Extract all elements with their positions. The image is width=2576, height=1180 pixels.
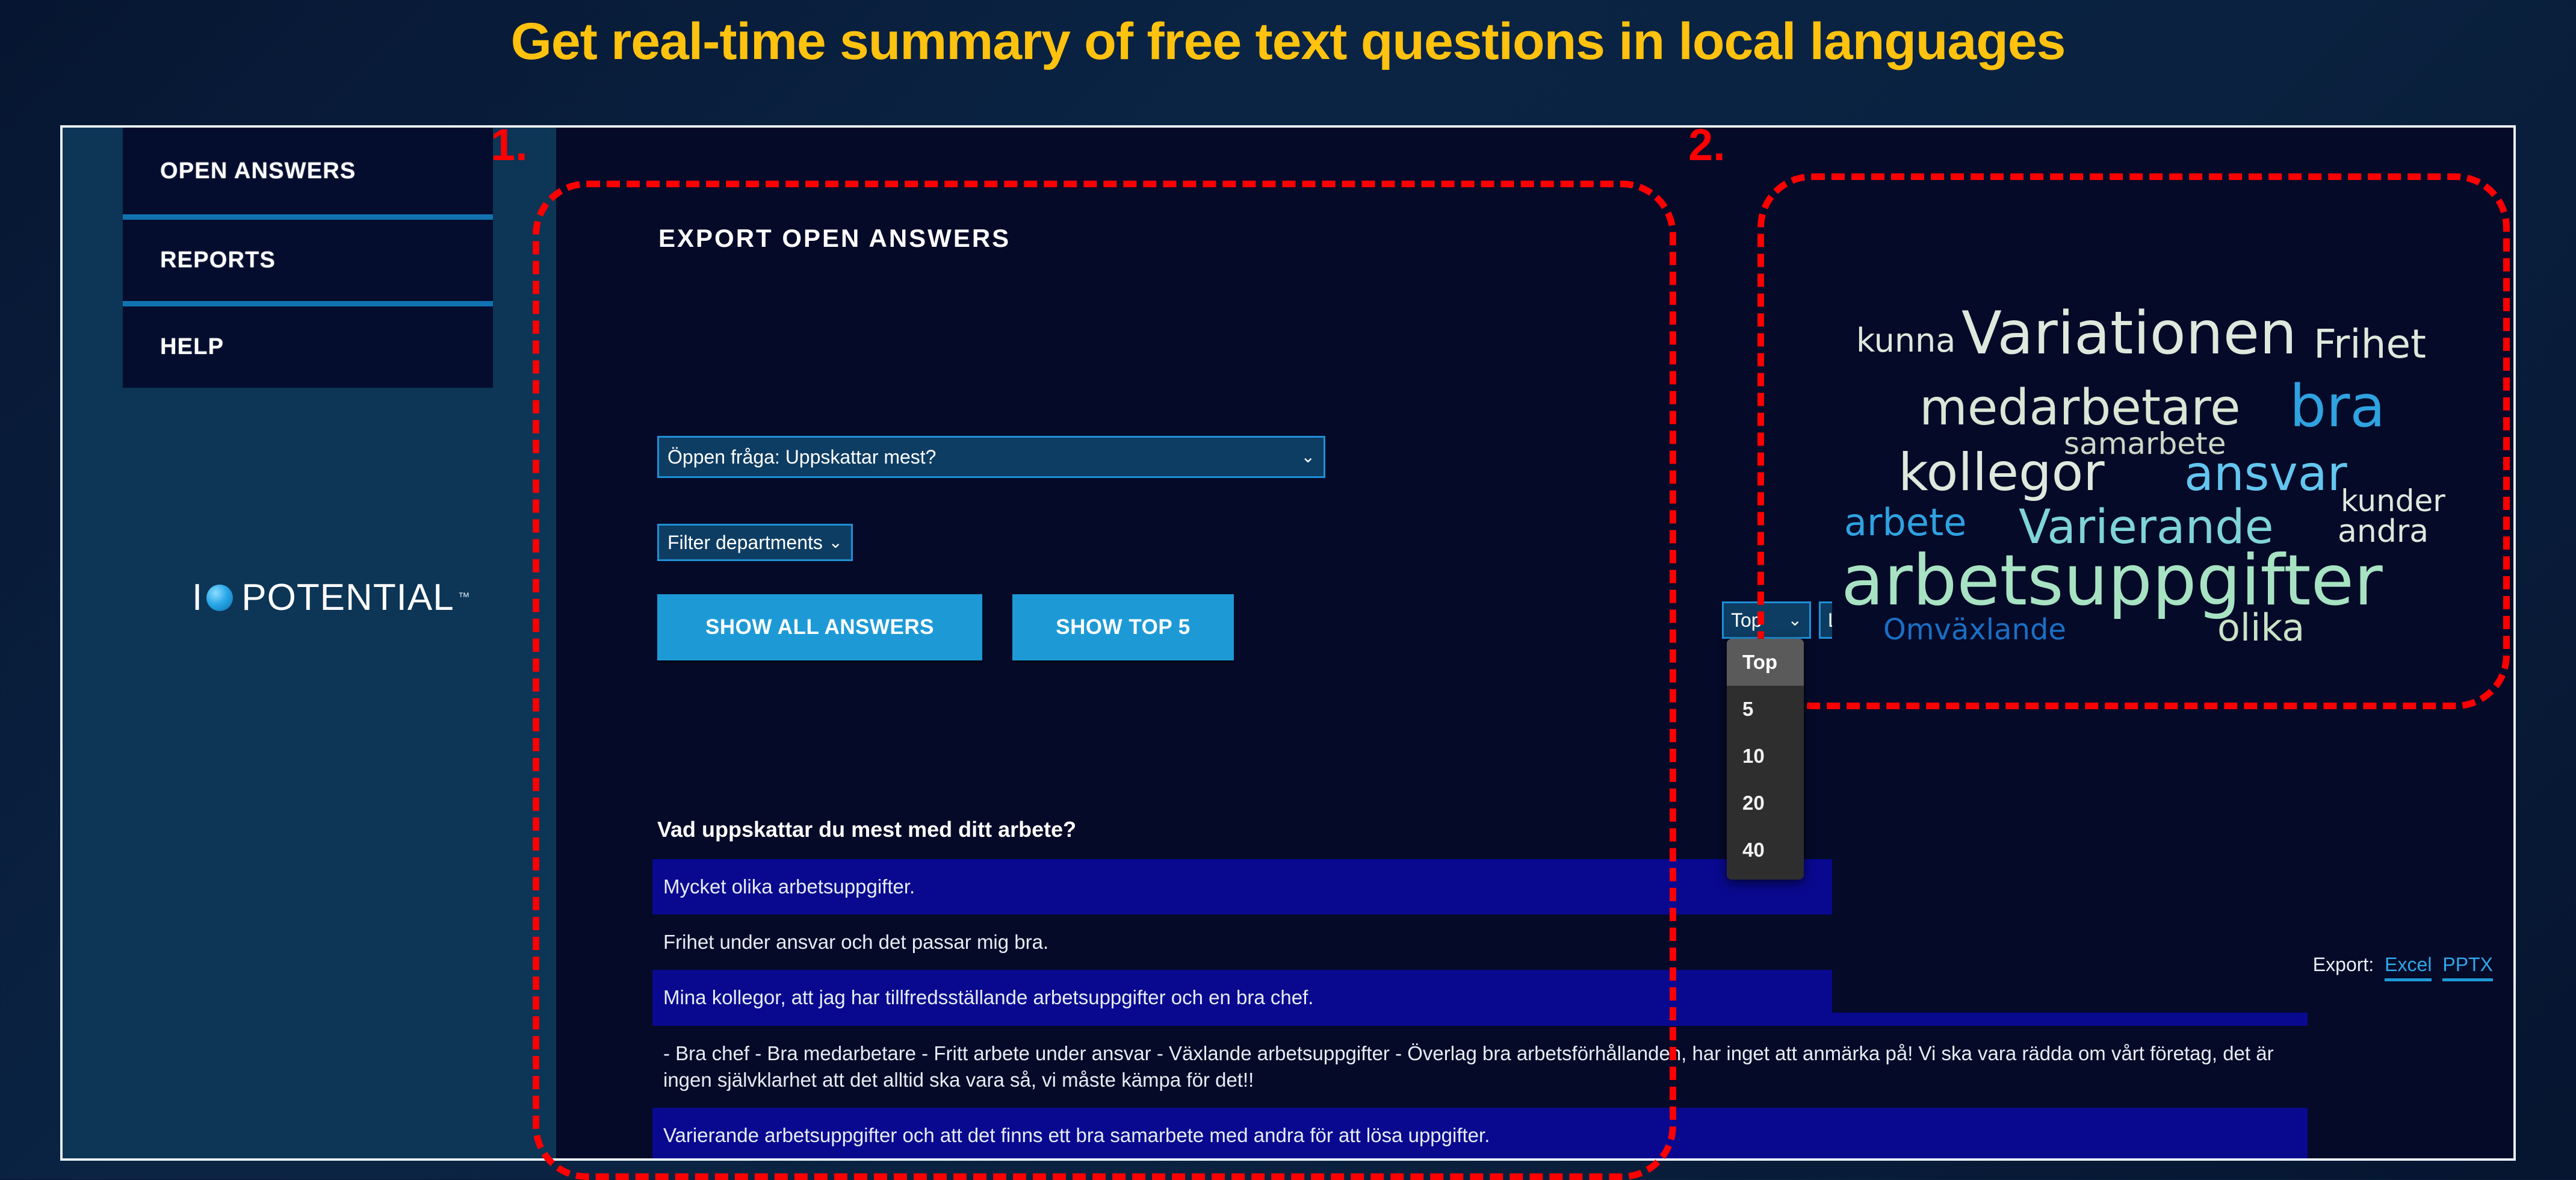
brand-logo: I POTENTIAL ™	[192, 576, 470, 619]
sidebar-nav: OPEN ANSWERS REPORTS HELP	[123, 128, 493, 388]
wordcloud-word: kunder	[2341, 483, 2445, 518]
menu-item-40[interactable]: 40	[1727, 827, 1804, 874]
wordcloud-word: arbete	[1844, 500, 1967, 544]
wordcloud-word: kollegor	[1898, 442, 2105, 503]
chevron-down-icon: ⌄	[1301, 447, 1315, 466]
brand-name: POTENTIAL	[241, 577, 454, 618]
question-select-value: Öppen fråga: Uppskattar mest?	[667, 446, 937, 468]
wordcloud-word: Frihet	[2314, 321, 2426, 367]
question-select[interactable]: Öppen fråga: Uppskattar mest? ⌄	[657, 436, 1325, 478]
list-item[interactable]: Varierande arbetsuppgifter och att det f…	[652, 1108, 2308, 1158]
sidebar-item-label: OPEN ANSWERS	[160, 158, 356, 184]
wordcloud-word: medarbetare	[1919, 379, 2241, 436]
filter-departments-value: Filter departments	[667, 531, 823, 553]
top-select-value: Top	[1731, 609, 1762, 631]
trademark-symbol: ™	[457, 591, 470, 604]
export-excel-link[interactable]: Excel	[2385, 954, 2432, 981]
chevron-down-icon: ⌄	[1788, 610, 1802, 629]
sidebar-item-label: HELP	[160, 334, 224, 359]
wordcloud-word: ansvar	[2184, 446, 2347, 502]
list-item[interactable]: - Bra chef - Bra medarbetare - Fritt arb…	[652, 1026, 2308, 1108]
sidebar-item-label: REPORTS	[160, 247, 276, 273]
show-all-answers-button[interactable]: SHOW ALL ANSWERS	[657, 594, 982, 660]
menu-item-10[interactable]: 10	[1727, 733, 1804, 780]
app-window: OPEN ANSWERS REPORTS HELP I POTENTIAL ™ …	[60, 125, 2516, 1161]
page-title: Get real-time summary of free text quest…	[510, 13, 2066, 70]
wordcloud-word: bra	[2290, 373, 2386, 440]
brand-prefix: I	[192, 577, 202, 618]
wordcloud-word: kunna	[1856, 321, 1956, 359]
wordcloud-word: Omväxlande	[1883, 613, 2066, 647]
chevron-down-icon: ⌄	[828, 533, 843, 551]
filter-departments-select[interactable]: Filter departments ⌄	[657, 524, 853, 561]
sidebar: OPEN ANSWERS REPORTS HELP I POTENTIAL ™	[63, 128, 556, 1158]
top-dropdown-menu[interactable]: Top 5 10 20 40	[1727, 639, 1804, 880]
menu-item-20[interactable]: 20	[1727, 780, 1804, 827]
wordcloud-export-bar: Export: Excel PPTX	[2313, 954, 2493, 981]
answers-question-label: Vad uppskattar du mest med ditt arbete?	[657, 817, 1077, 842]
menu-item-top[interactable]: Top	[1727, 639, 1804, 686]
wordcloud-word: Variationen	[1961, 299, 2297, 368]
export-pptx-link[interactable]: PPTX	[2442, 954, 2493, 981]
menu-item-5[interactable]: 5	[1727, 686, 1804, 733]
sidebar-item-help[interactable]: HELP	[123, 301, 493, 388]
sidebar-item-open-answers[interactable]: OPEN ANSWERS	[123, 128, 493, 214]
wordcloud-word: olika	[2217, 606, 2305, 650]
export-label: Export:	[2312, 954, 2374, 975]
wordcloud-panel: kunna Variationen Frihet medarbetare bra sama…	[1832, 281, 2513, 1013]
show-top-5-button[interactable]: SHOW TOP 5	[1012, 594, 1234, 660]
panel-title: EXPORT OPEN ANSWERS	[658, 224, 1011, 252]
sidebar-item-reports[interactable]: REPORTS	[123, 214, 493, 301]
brand-dot-icon	[206, 584, 234, 611]
top-select[interactable]: Top ⌄	[1722, 601, 1811, 639]
wordcloud: kunna Variationen Frihet medarbetare bra sama…	[1832, 281, 2513, 1013]
